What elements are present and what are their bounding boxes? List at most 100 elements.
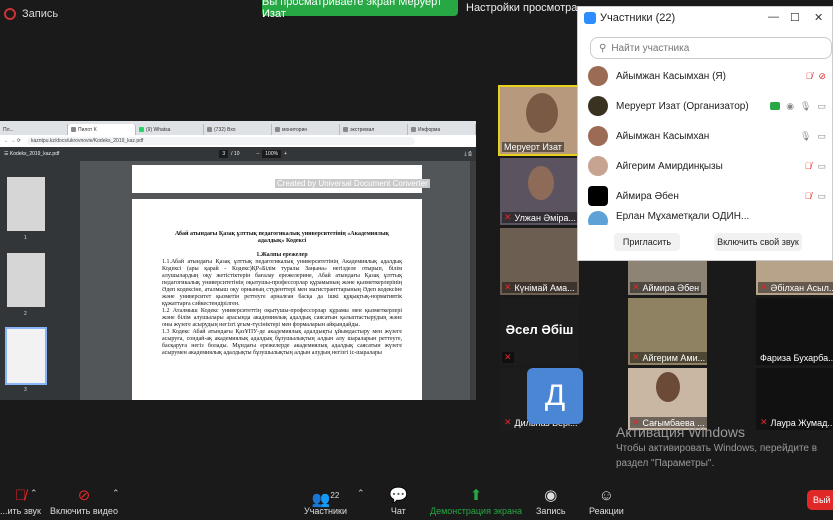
video-icon[interactable]: ▭ (817, 101, 826, 112)
print-icon[interactable]: ⎙ (468, 151, 472, 157)
video-tile[interactable]: ✕ Айгерим Ами... (628, 298, 707, 365)
mic-muted-icon[interactable]: 🎙̸ (806, 71, 813, 81)
activation-line: раздел "Параметры". (616, 458, 715, 469)
video-tile[interactable]: ✕ Улжан Әміра... (500, 158, 579, 225)
activation-line: Чтобы активировать Windows, перейдите в (616, 443, 818, 454)
browser-tabbar: Пл... Пилот К (9) Whatsa (732) Вхо монит… (0, 121, 476, 135)
participant-video (528, 166, 554, 200)
mic-muted-icon: 🎙̸ (14, 487, 27, 504)
maximize-icon[interactable]: ☐ (790, 11, 800, 24)
avatar: Д (527, 368, 583, 424)
download-icon[interactable]: ⤓ (464, 151, 466, 157)
record-icon: ◉ (786, 100, 795, 111)
reactions-icon: ☺ (598, 487, 615, 504)
leave-button[interactable]: Вый (807, 490, 833, 510)
participant-row[interactable]: Айымжан Касымхан 🎙 ▭ (578, 121, 833, 151)
video-tile[interactable]: Фариза Бухарба... (756, 298, 833, 365)
panel-title: Участники (22) (600, 12, 676, 24)
video-icon[interactable]: ▭ (817, 161, 826, 172)
converter-watermark: Created by Universal Document Converter (275, 179, 430, 188)
pdf-filename: Kodeks_2019_kaz.pdf (9, 151, 60, 157)
paragraph: 1.1.Абай атындағы Қазақ ұлттық педагогик… (162, 259, 402, 307)
record-icon (4, 8, 16, 20)
reactions-button[interactable]: ☺ Реакции (589, 486, 624, 516)
participant-search-input[interactable]: ⚲ Найти участника (590, 37, 832, 59)
participant-row[interactable]: Аймира Әбен 🎙̸ ▭ (578, 181, 833, 211)
chat-button[interactable]: 💬 Чат (389, 486, 408, 516)
back-icon[interactable]: ← (4, 138, 9, 144)
participant-row[interactable]: Ерлан Мұхаметқали ОДИН... (578, 211, 833, 225)
tile-name: ✕ Әбілхан Асыл... (758, 282, 833, 293)
tile-name: Меруерт Изат (502, 142, 564, 152)
invite-button[interactable]: Пригласить (614, 233, 680, 251)
avatar (588, 66, 608, 86)
close-icon[interactable]: ✕ (814, 11, 823, 24)
forward-icon[interactable]: → (10, 138, 15, 144)
video-tile[interactable]: ✕ Лаура Жумад... (756, 368, 833, 430)
browser-tab[interactable]: экстремал (340, 124, 408, 135)
chat-icon: 💬 (389, 487, 408, 504)
avatar (588, 156, 608, 176)
mic-icon[interactable]: 🎙 (800, 131, 811, 142)
unmute-myself-button[interactable]: Включить свой звук (714, 233, 802, 251)
avatar (588, 96, 608, 116)
pdf-thumbnails: 1 2 3 (0, 161, 80, 400)
mic-muted-icon[interactable]: 🎙̸ (805, 161, 812, 171)
address-bar[interactable]: ← → ⟳ kazntpu.kz/docs/ukrovnovie/Kodeks_… (0, 135, 476, 147)
browser-tab[interactable]: Пл... (0, 124, 68, 135)
thumbnail-number: 2 (24, 311, 27, 317)
start-video-button[interactable]: ⊘ Включить видео (50, 486, 118, 516)
record-button[interactable]: ◉ Запись (536, 486, 566, 516)
video-icon[interactable]: ▭ (817, 131, 826, 142)
view-settings-menu[interactable]: Настройки просмотра ▾ (466, 0, 587, 16)
page-thumbnail-active[interactable] (5, 327, 47, 385)
menu-icon[interactable]: ☰ (4, 151, 8, 157)
favicon-icon (207, 127, 212, 132)
mic-muted-icon[interactable]: 🎙̸ (805, 191, 812, 201)
avatar (588, 126, 608, 146)
share-screen-icon: ⬆ (469, 487, 483, 504)
video-off-icon: ⊘ (77, 487, 91, 504)
browser-tab[interactable]: мониторин (272, 124, 340, 135)
chevron-up-icon[interactable]: ⌃ (357, 488, 365, 499)
zoom-level[interactable]: 100% (262, 150, 282, 158)
page-thumbnail[interactable] (7, 253, 45, 307)
minimize-icon[interactable]: — (768, 11, 779, 23)
chevron-up-icon[interactable]: ⌃ (112, 488, 120, 499)
zoom-out-icon[interactable]: – (256, 151, 259, 157)
browser-tab[interactable]: (9) Whatsa (136, 124, 204, 135)
mic-icon[interactable]: 🎙 (800, 101, 811, 112)
reload-icon[interactable]: ⟳ (17, 138, 21, 144)
search-placeholder: Найти участника (611, 42, 690, 54)
participant-row[interactable]: Айымжан Касымхан (Я) 🎙̸ ⊘ (578, 61, 833, 91)
video-tile-active-speaker[interactable]: Меруерт Изат (498, 85, 581, 156)
video-tile[interactable]: ✕ Күнімай Ама... (500, 228, 579, 295)
tile-name: Фариза Бухарба... (760, 353, 833, 363)
participants-button[interactable]: 👥22 Участники (304, 486, 347, 516)
chevron-up-icon[interactable]: ⌃ (30, 488, 38, 499)
page-thumbnail[interactable] (7, 177, 45, 231)
share-screen-button[interactable]: ⬆ Демонстрация экрана (430, 486, 522, 516)
zoom-in-icon[interactable]: + (284, 151, 287, 157)
zoom-logo-icon (584, 12, 596, 24)
video-tile[interactable]: Әсел Әбіш ✕ (500, 298, 579, 365)
url-field[interactable]: kazntpu.kz/docs/ukrovnovie/Kodeks_2019_k… (26, 137, 415, 145)
tile-name: ✕ Күнімай Ама... (502, 282, 577, 293)
participant-row[interactable]: Айгерим Амирдинқызы 🎙̸ ▭ (578, 151, 833, 181)
recording-indicator[interactable]: Запись (0, 0, 58, 28)
browser-tab[interactable]: Пилот К (68, 124, 136, 135)
whatsapp-icon (139, 127, 144, 132)
browser-tab[interactable]: (732) Вхо (204, 124, 272, 135)
avatar (588, 186, 608, 206)
pdf-pager: 3 / 10 – 100% + (219, 150, 287, 158)
video-off-icon[interactable]: ⊘ (818, 71, 826, 82)
participant-row[interactable]: Меруерт Изат (Организатор) ◉ 🎙 ▭ (578, 91, 833, 121)
video-tile[interactable]: ✕ Сағымбаева ... (628, 368, 707, 430)
browser-tab[interactable]: Информа (408, 124, 476, 135)
mic-muted-icon: ✕ (504, 282, 512, 292)
share-screen-icon (770, 102, 781, 110)
page-number-input[interactable]: 3 (219, 150, 229, 158)
video-icon[interactable]: ▭ (817, 191, 826, 202)
recording-label: Запись (22, 8, 59, 20)
scrollbar[interactable] (470, 161, 476, 400)
